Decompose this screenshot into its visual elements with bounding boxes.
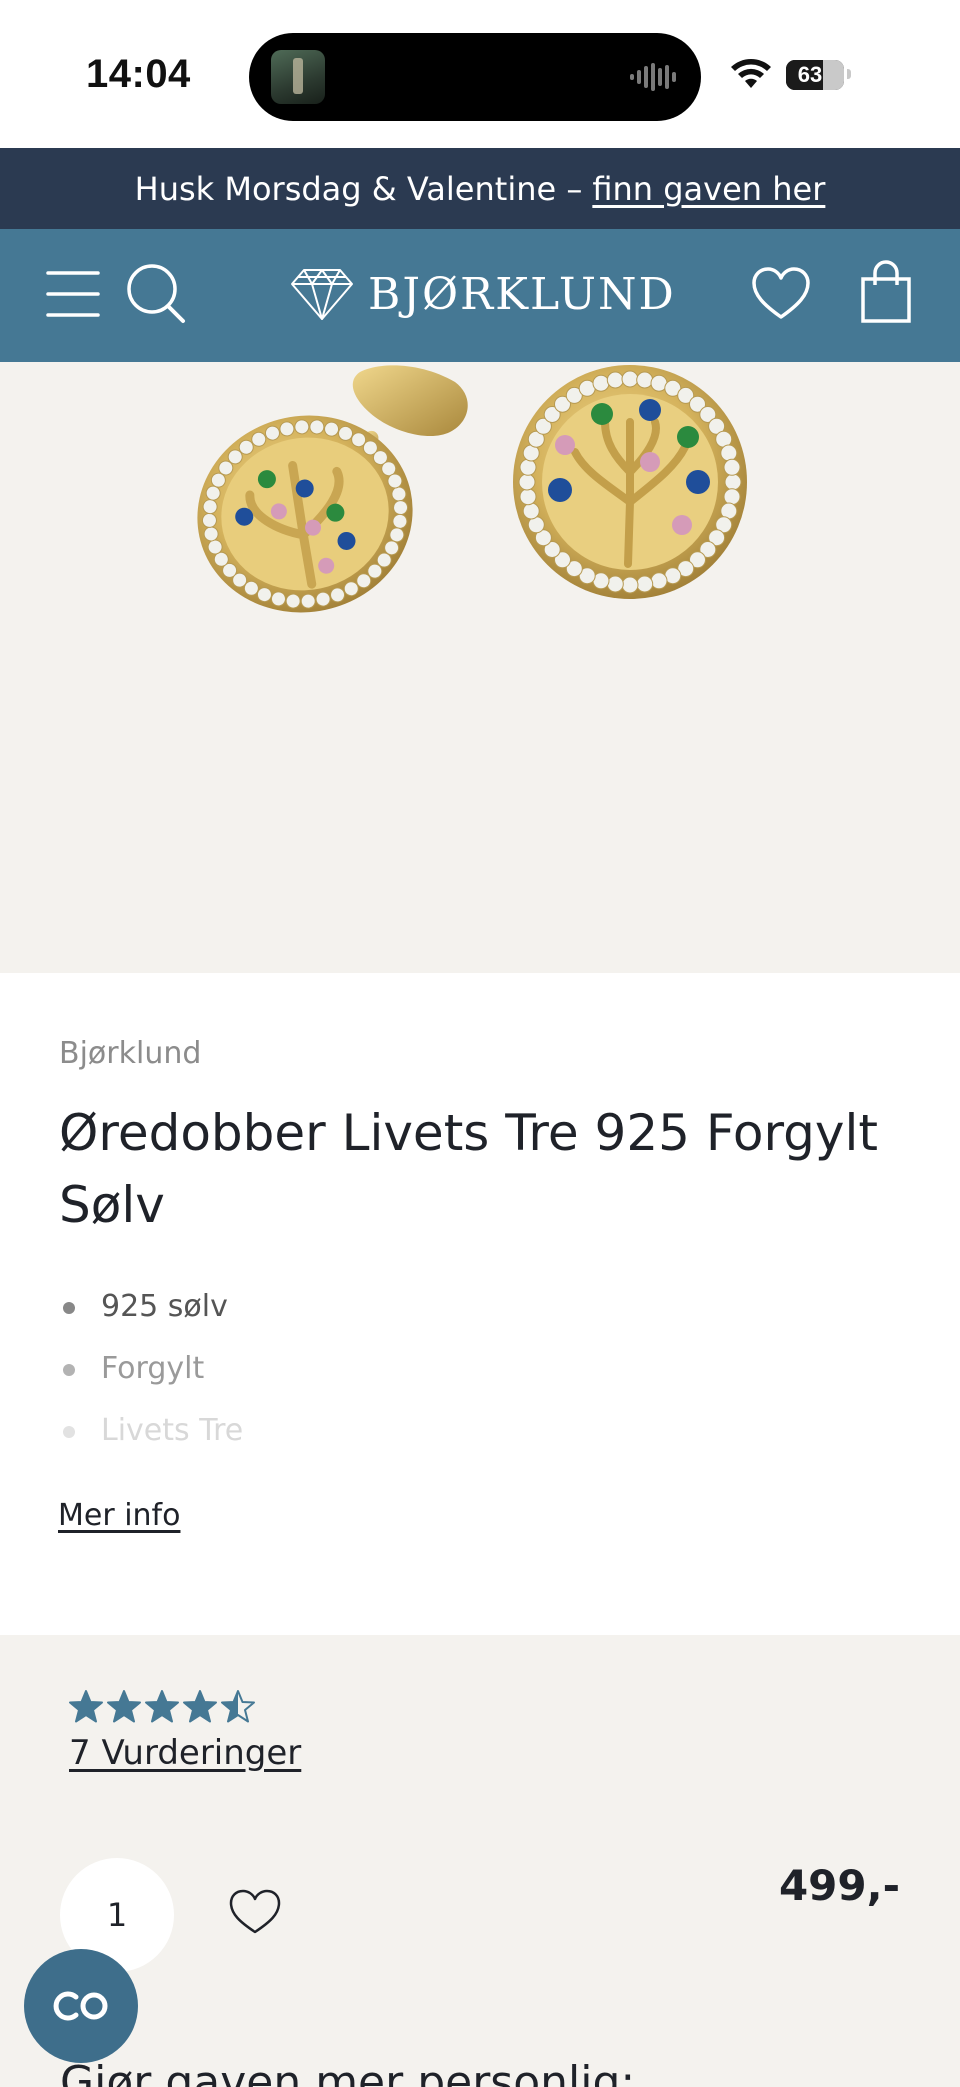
chat-button[interactable] [24, 1949, 138, 2063]
feature-item: 925 sølv [59, 1285, 243, 1347]
wishlist-heart-icon[interactable] [228, 1888, 282, 1936]
dynamic-island-media-art [271, 50, 325, 104]
promo-banner: Husk Morsdag & Valentine – finn gaven he… [0, 148, 960, 229]
promo-text: Husk Morsdag & Valentine – [134, 169, 583, 208]
search-icon[interactable] [124, 261, 188, 325]
wifi-icon [731, 59, 771, 88]
audio-wave-icon [630, 63, 676, 91]
tree-of-life-earrings-image [197, 365, 747, 613]
status-time: 14:04 [86, 52, 191, 96]
personalize-heading: Gjør gaven mer personlig: [60, 2057, 636, 2087]
star-icon [183, 1690, 217, 1723]
promo-link[interactable]: finn gaven her [592, 170, 825, 208]
feature-item: Forgylt [59, 1347, 243, 1409]
heart-icon[interactable] [750, 265, 812, 323]
site-header: BJØRKLUND [0, 229, 960, 362]
battery-icon: 63 [786, 60, 844, 90]
product-title: Øredobber Livets Tre 925 Forgylt Sølv [59, 1104, 878, 1234]
battery-level: 63 [797, 62, 823, 87]
shopping-bag-icon[interactable] [858, 259, 914, 325]
diamond-logo-icon [291, 269, 353, 320]
product-price: 499,- [778, 1861, 900, 1910]
product-image[interactable] [0, 362, 960, 973]
chat-co-icon [53, 1991, 108, 2021]
rating-stars[interactable] [68, 1689, 258, 1729]
product-features: 925 sølv Forgylt Livets Tre [59, 1285, 243, 1471]
status-bar: 14:04 63 [0, 0, 960, 148]
star-icon [221, 1690, 255, 1723]
menu-icon[interactable] [44, 265, 102, 323]
star-icon [145, 1690, 179, 1723]
purchase-section: 7 Vurderinger 1 499,- Gjør gaven mer per… [0, 1635, 960, 2087]
reviews-link[interactable]: 7 Vurderinger [69, 1733, 301, 1773]
star-icon [69, 1690, 103, 1723]
product-brand[interactable]: Bjørklund [59, 1036, 201, 1071]
logo-text: BJØRKLUND [368, 268, 676, 320]
star-icon [107, 1690, 141, 1723]
more-info-link[interactable]: Mer info [58, 1498, 180, 1533]
feature-item: Livets Tre [59, 1409, 243, 1471]
site-logo[interactable]: BJØRKLUND [288, 264, 676, 324]
product-info: Bjørklund Øredobber Livets Tre 925 Forgy… [0, 973, 960, 1635]
status-icons: 63 [730, 56, 870, 96]
dynamic-island[interactable] [249, 33, 701, 121]
battery-cap [847, 69, 851, 79]
